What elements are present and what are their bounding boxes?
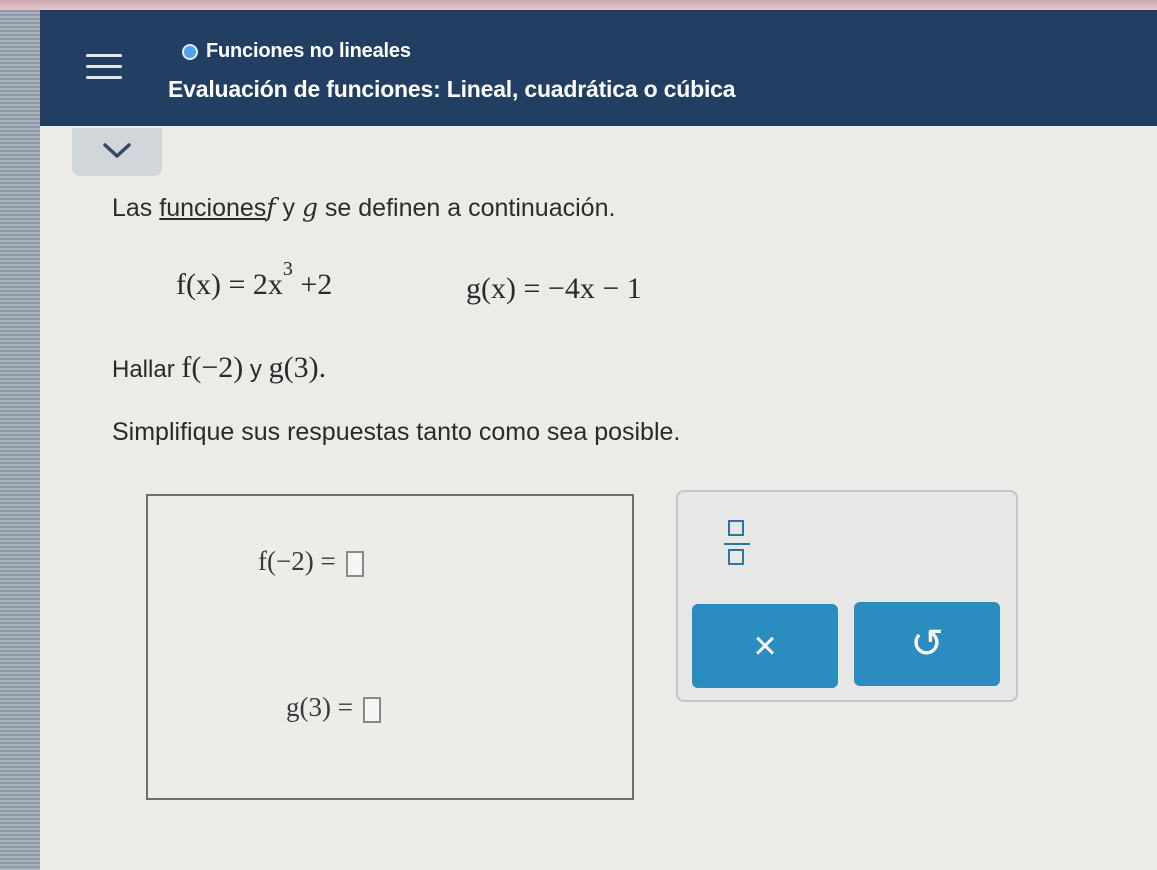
funciones-link[interactable]: funciones: [159, 194, 266, 222]
topic-title: Funciones no lineales: [206, 40, 411, 62]
status-dot-icon: [182, 44, 198, 60]
undo-button[interactable]: ↺: [854, 602, 1000, 686]
f-definition: f(x) = 2x3 +2: [176, 258, 333, 301]
undo-icon: ↺: [910, 622, 944, 666]
header-bar: Funciones no lineales Evaluación de func…: [40, 10, 1157, 126]
find-instruction: Hallar f(−2) y g(3).: [112, 351, 327, 384]
menu-icon[interactable]: [86, 54, 122, 82]
clear-button[interactable]: ×: [692, 604, 838, 688]
tool-panel: × ↺: [676, 490, 1018, 702]
f-answer-input[interactable]: [345, 550, 364, 577]
chevron-down-icon: [103, 143, 131, 158]
f-answer-row: f(−2) =: [258, 546, 364, 577]
top-strip: [0, 0, 1157, 10]
lesson-title: Evaluación de funciones: Lineal, cuadrát…: [168, 76, 736, 102]
g-definition: g(x) = −4x − 1: [466, 272, 642, 305]
g-answer-input[interactable]: [362, 696, 381, 723]
problem-intro: Las funcionesf y g se definen a continua…: [112, 193, 616, 222]
answer-box: f(−2) = g(3) =: [146, 494, 634, 800]
fraction-icon[interactable]: [708, 510, 768, 576]
close-icon: ×: [753, 623, 777, 668]
g-answer-row: g(3) =: [286, 692, 381, 723]
simplify-instruction: Simplifique sus respuestas tanto como se…: [112, 418, 681, 446]
collapse-button[interactable]: [72, 128, 162, 176]
left-edge: [0, 10, 40, 870]
